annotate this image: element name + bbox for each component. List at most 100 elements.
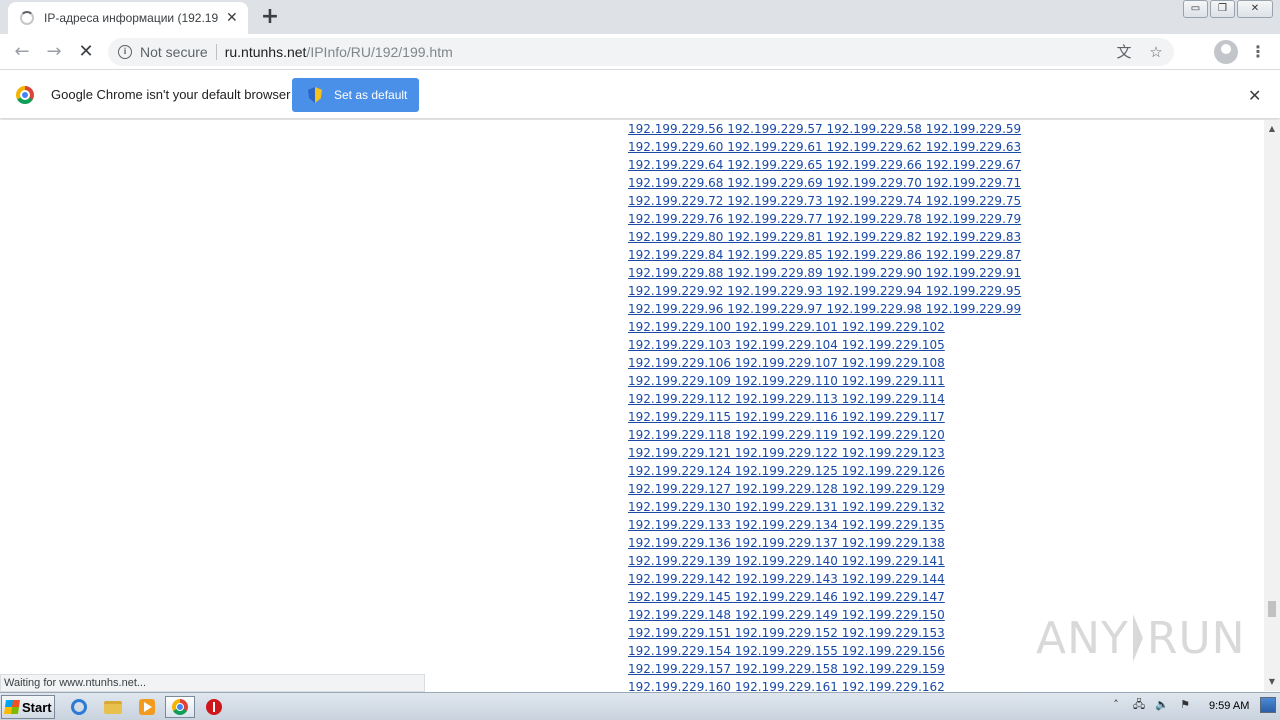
ip-row: 192.199.229.139 192.199.229.140 192.199.… <box>628 552 1021 570</box>
media-player-icon[interactable] <box>132 696 162 718</box>
ip-row: 192.199.229.136 192.199.229.137 192.199.… <box>628 534 1021 552</box>
ip-link[interactable]: 192.199.229.72 192.199.229.73 192.199.22… <box>628 194 1021 208</box>
browser-toolbar: ← → ✕ i Not secure ru.ntunhs.net/IPInfo/… <box>0 34 1280 70</box>
ip-link[interactable]: 192.199.229.121 192.199.229.122 192.199.… <box>628 446 945 460</box>
status-bubble: Waiting for www.ntunhs.net... <box>0 674 425 692</box>
action-center-flag-icon[interactable]: ⚑ <box>1177 697 1193 713</box>
ip-row: 192.199.229.133 192.199.229.134 192.199.… <box>628 516 1021 534</box>
ip-link[interactable]: 192.199.229.60 192.199.229.61 192.199.22… <box>628 140 1021 154</box>
internet-explorer-icon[interactable] <box>64 696 94 718</box>
bookmark-star-icon[interactable]: ☆ <box>1146 42 1166 62</box>
infobar-close-icon[interactable]: ✕ <box>1248 86 1261 105</box>
ip-link[interactable]: 192.199.229.68 192.199.229.69 192.199.22… <box>628 176 1021 190</box>
url-host[interactable]: ru.ntunhs.net <box>225 44 307 60</box>
back-icon[interactable]: ← <box>10 40 34 64</box>
ip-row: 192.199.229.96 192.199.229.97 192.199.22… <box>628 300 1021 318</box>
ip-link[interactable]: 192.199.229.96 192.199.229.97 192.199.22… <box>628 302 1021 316</box>
ip-row: 192.199.229.109 192.199.229.110 192.199.… <box>628 372 1021 390</box>
info-icon[interactable]: i <box>118 45 132 59</box>
scroll-up-arrow-icon[interactable]: ▲ <box>1264 122 1280 136</box>
ip-row: 192.199.229.130 192.199.229.131 192.199.… <box>628 498 1021 516</box>
minimize-button[interactable]: ▭ <box>1183 0 1208 18</box>
ip-link[interactable]: 192.199.229.109 192.199.229.110 192.199.… <box>628 374 945 388</box>
ip-link[interactable]: 192.199.229.130 192.199.229.131 192.199.… <box>628 500 945 514</box>
ip-row: 192.199.229.160 192.199.229.161 192.199.… <box>628 678 1021 691</box>
tray-expand-icon[interactable]: ˄ <box>1108 697 1124 713</box>
ip-link[interactable]: 192.199.229.118 192.199.229.119 192.199.… <box>628 428 945 442</box>
tab-close-icon[interactable]: ✕ <box>226 10 238 26</box>
ip-row: 192.199.229.112 192.199.229.113 192.199.… <box>628 390 1021 408</box>
ip-link[interactable]: 192.199.229.80 192.199.229.81 192.199.22… <box>628 230 1021 244</box>
tab-active[interactable]: IP-адреса информации (192.199.0 ✕ <box>8 2 248 34</box>
ip-link[interactable]: 192.199.229.106 192.199.229.107 192.199.… <box>628 356 945 370</box>
stop-app-icon[interactable] <box>199 696 229 718</box>
windows-taskbar: Start ˄ 🖧 🔈 ⚑ 9:59 AM <box>0 692 1280 720</box>
ip-link[interactable]: 192.199.229.84 192.199.229.85 192.199.22… <box>628 248 1021 262</box>
new-tab-button[interactable]: + <box>258 4 282 30</box>
file-explorer-icon[interactable] <box>98 696 128 718</box>
ip-link[interactable]: 192.199.229.136 192.199.229.137 192.199.… <box>628 536 945 550</box>
ip-row: 192.199.229.64 192.199.229.65 192.199.22… <box>628 156 1021 174</box>
ip-link[interactable]: 192.199.229.76 192.199.229.77 192.199.22… <box>628 212 1021 226</box>
anyrun-watermark: ANY RUN <box>1036 606 1245 670</box>
chrome-taskbar-icon[interactable] <box>165 696 195 718</box>
ip-row: 192.199.229.145 192.199.229.146 192.199.… <box>628 588 1021 606</box>
taskbar-clock[interactable]: 9:59 AM <box>1209 700 1249 712</box>
ip-link[interactable]: 192.199.229.92 192.199.229.93 192.199.22… <box>628 284 1021 298</box>
scroll-thumb[interactable] <box>1268 601 1276 617</box>
translate-icon[interactable]: 文 <box>1114 42 1134 62</box>
ip-link[interactable]: 192.199.229.64 192.199.229.65 192.199.22… <box>628 158 1021 172</box>
omnibox-divider <box>215 44 217 60</box>
loading-spinner-icon <box>20 11 34 25</box>
uac-shield-icon <box>308 87 322 103</box>
ip-link[interactable]: 192.199.229.115 192.199.229.116 192.199.… <box>628 410 945 424</box>
ip-link[interactable]: 192.199.229.124 192.199.229.125 192.199.… <box>628 464 945 478</box>
ip-link[interactable]: 192.199.229.112 192.199.229.113 192.199.… <box>628 392 945 406</box>
stop-loading-icon[interactable]: ✕ <box>74 40 98 64</box>
ip-link[interactable]: 192.199.229.151 192.199.229.152 192.199.… <box>628 626 945 640</box>
address-bar[interactable]: i Not secure ru.ntunhs.net/IPInfo/RU/192… <box>108 38 1174 66</box>
ip-link[interactable]: 192.199.229.157 192.199.229.158 192.199.… <box>628 662 945 676</box>
restore-button[interactable]: ❐ <box>1210 0 1235 18</box>
ip-row: 192.199.229.142 192.199.229.143 192.199.… <box>628 570 1021 588</box>
ip-link[interactable]: 192.199.229.56 192.199.229.57 192.199.22… <box>628 122 1021 136</box>
vertical-scrollbar[interactable]: ▲ ▼ <box>1264 120 1280 691</box>
ip-row: 192.199.229.80 192.199.229.81 192.199.22… <box>628 228 1021 246</box>
security-label[interactable]: Not secure <box>140 44 208 60</box>
ip-link[interactable]: 192.199.229.103 192.199.229.104 192.199.… <box>628 338 945 352</box>
ip-link[interactable]: 192.199.229.133 192.199.229.134 192.199.… <box>628 518 945 532</box>
system-tray: ˄ 🖧 🔈 ⚑ <box>1108 697 1200 713</box>
ip-link[interactable]: 192.199.229.142 192.199.229.143 192.199.… <box>628 572 945 586</box>
ip-row: 192.199.229.151 192.199.229.152 192.199.… <box>628 624 1021 642</box>
ip-link[interactable]: 192.199.229.100 192.199.229.101 192.199.… <box>628 320 945 334</box>
set-as-default-label: Set as default <box>334 88 408 102</box>
close-window-button[interactable]: ✕ <box>1237 0 1273 18</box>
ip-link[interactable]: 192.199.229.154 192.199.229.155 192.199.… <box>628 644 945 658</box>
tab-strip: IP-адреса информации (192.199.0 ✕ + ▭ ❐ … <box>0 0 1280 34</box>
ip-link[interactable]: 192.199.229.160 192.199.229.161 192.199.… <box>628 680 945 691</box>
ip-row: 192.199.229.100 192.199.229.101 192.199.… <box>628 318 1021 336</box>
show-desktop-icon[interactable] <box>1260 697 1276 713</box>
watermark-left-text: ANY <box>1036 612 1129 664</box>
set-as-default-button[interactable]: Set as default <box>292 78 419 112</box>
ip-link[interactable]: 192.199.229.145 192.199.229.146 192.199.… <box>628 590 945 604</box>
scroll-down-arrow-icon[interactable]: ▼ <box>1264 675 1280 689</box>
ip-row: 192.199.229.118 192.199.229.119 192.199.… <box>628 426 1021 444</box>
ip-link[interactable]: 192.199.229.127 192.199.229.128 192.199.… <box>628 482 945 496</box>
volume-icon[interactable]: 🔈 <box>1154 697 1170 713</box>
ip-row: 192.199.229.76 192.199.229.77 192.199.22… <box>628 210 1021 228</box>
start-button[interactable]: Start <box>1 695 55 719</box>
ip-link[interactable]: 192.199.229.148 192.199.229.149 192.199.… <box>628 608 945 622</box>
kebab-menu-icon[interactable]: ⋮ <box>1250 40 1266 64</box>
default-browser-infobar: Google Chrome isn't your default browser… <box>0 71 1280 119</box>
chrome-logo-icon <box>16 86 34 104</box>
ip-row: 192.199.229.106 192.199.229.107 192.199.… <box>628 354 1021 372</box>
ip-row: 192.199.229.121 192.199.229.122 192.199.… <box>628 444 1021 462</box>
network-icon[interactable]: 🖧 <box>1131 697 1147 713</box>
url-path[interactable]: /IPInfo/RU/192/199.htm <box>306 44 452 60</box>
profile-avatar[interactable] <box>1214 40 1238 64</box>
forward-icon[interactable]: → <box>42 40 66 64</box>
watermark-right-text: RUN <box>1146 612 1246 664</box>
ip-link[interactable]: 192.199.229.139 192.199.229.140 192.199.… <box>628 554 945 568</box>
ip-link[interactable]: 192.199.229.88 192.199.229.89 192.199.22… <box>628 266 1021 280</box>
